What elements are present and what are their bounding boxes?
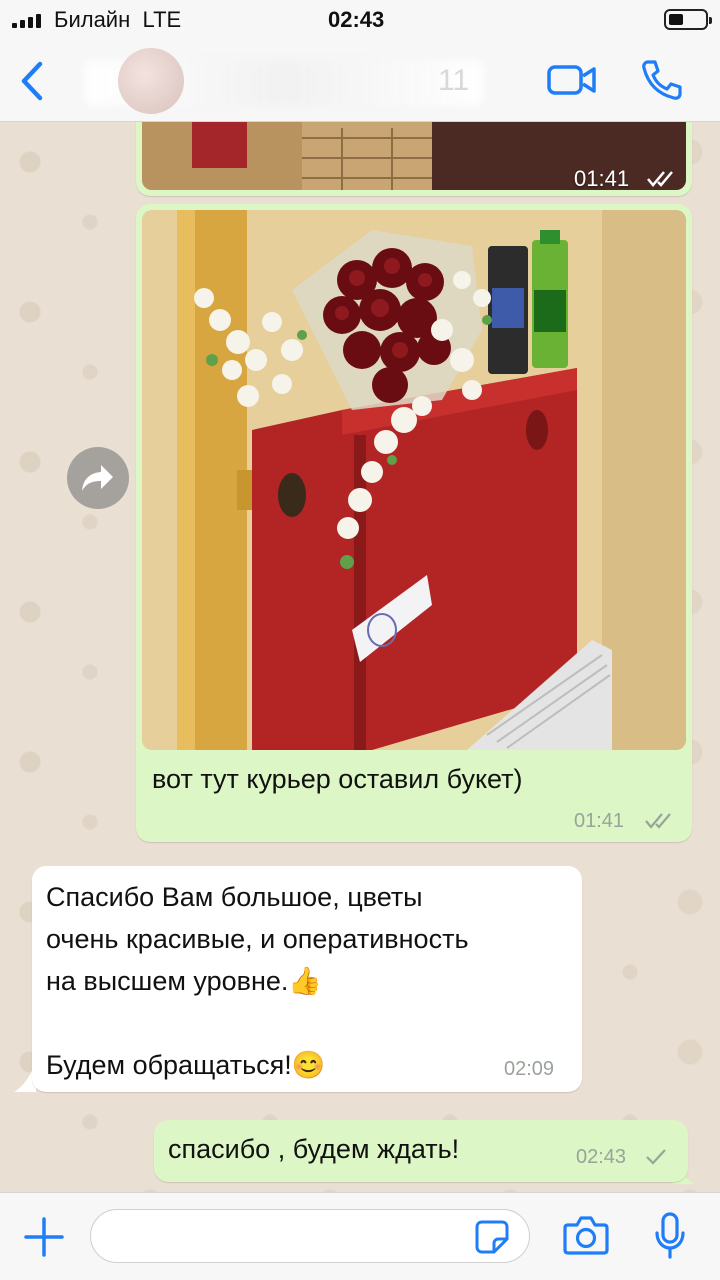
- signal-strength-icon: [12, 12, 41, 28]
- sticker-icon[interactable]: [474, 1219, 510, 1255]
- read-receipt-icon: [645, 813, 671, 829]
- camera-icon[interactable]: [562, 1213, 610, 1257]
- battery-icon: [664, 9, 712, 30]
- message-photo-bubble[interactable]: вот тут курьер оставил букет) 01:41: [136, 204, 692, 842]
- contact-name-fragment: 11: [438, 64, 470, 97]
- thumbs-up-emoji: 👍: [288, 966, 323, 996]
- status-bar: Билайн LTE 02:43: [0, 0, 720, 40]
- message-caption: вот тут курьер оставил букет): [152, 764, 523, 794]
- outgoing-message-bubble[interactable]: спасибо , будем ждать! 02:43: [154, 1120, 688, 1182]
- composer-bar: [0, 1192, 720, 1280]
- message-photo[interactable]: [142, 210, 686, 750]
- message-text: Спасибо Вам большое, цветы очень красивы…: [46, 882, 469, 1080]
- message-time: 01:41: [574, 810, 625, 832]
- smile-emoji: 😊: [291, 1050, 326, 1080]
- read-receipt-icon: [647, 171, 673, 187]
- message-time: 01:41: [574, 166, 630, 191]
- incoming-message-bubble[interactable]: Спасибо Вам большое, цветы очень красивы…: [32, 866, 582, 1092]
- microphone-icon[interactable]: [652, 1211, 688, 1261]
- phone-icon[interactable]: [638, 56, 686, 104]
- message-text: спасибо , будем ждать!: [168, 1134, 460, 1164]
- avatar[interactable]: [118, 48, 184, 114]
- forward-arrow-icon: [82, 465, 113, 491]
- chat-header: 11: [0, 40, 720, 122]
- back-chevron-icon[interactable]: [14, 58, 50, 104]
- carrier-label: Билайн LTE: [54, 7, 182, 32]
- plus-icon[interactable]: [22, 1215, 66, 1259]
- status-clock: 02:43: [328, 7, 385, 32]
- chat-area[interactable]: 01:41 вот тут курьер оставил букет) 01:4…: [0, 122, 720, 1192]
- message-photo-bubble[interactable]: 01:41: [136, 122, 692, 196]
- message-time: 02:43: [576, 1146, 627, 1168]
- video-call-icon[interactable]: [546, 62, 598, 98]
- forward-button[interactable]: [67, 447, 129, 509]
- sent-check-icon: [646, 1149, 666, 1165]
- message-input[interactable]: [90, 1209, 530, 1263]
- message-time: 02:09: [504, 1058, 555, 1080]
